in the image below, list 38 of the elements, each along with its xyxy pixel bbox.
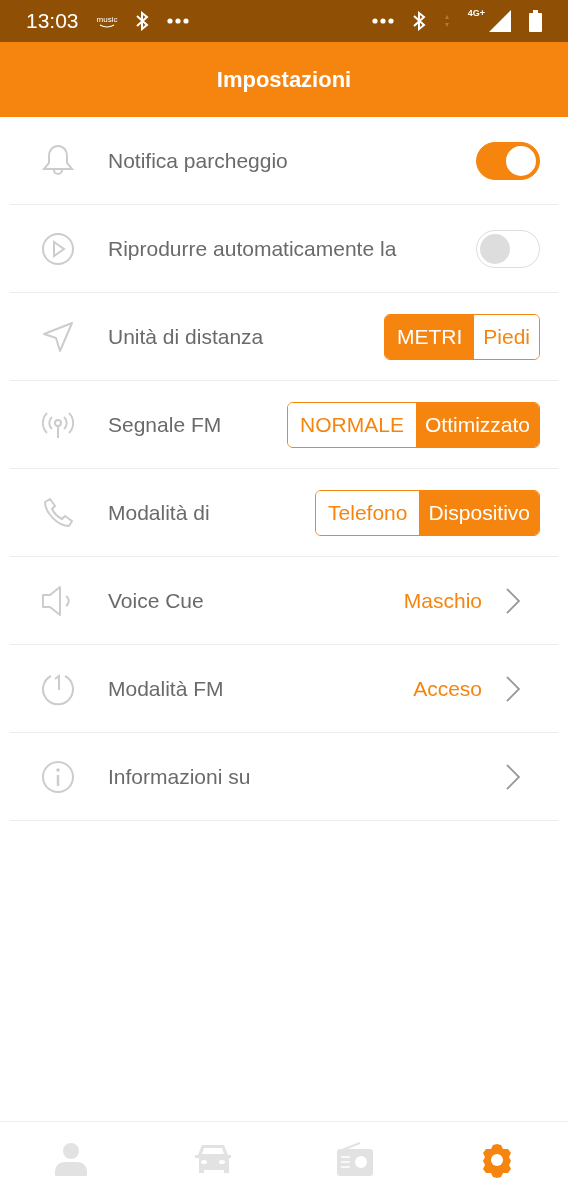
- music-logo-text: music: [96, 14, 118, 24]
- more-icon: [167, 18, 190, 24]
- more-icon: [371, 18, 394, 24]
- person-icon[interactable]: [54, 1142, 88, 1176]
- segment-option[interactable]: METRI: [384, 314, 475, 359]
- data-arrows-icon: [443, 14, 450, 28]
- setting-label: Informazioni su: [108, 764, 252, 789]
- setting-label: Voice Cue: [108, 588, 205, 613]
- car-icon[interactable]: [194, 1142, 232, 1174]
- setting-label: Modalità FM: [108, 676, 225, 701]
- segment-option[interactable]: Ottimizzato: [415, 402, 539, 447]
- signal-icon: [489, 10, 511, 32]
- bluetooth-icon: [411, 11, 426, 31]
- setting-value: Acceso: [413, 676, 482, 701]
- toggle-switch[interactable]: [476, 141, 540, 180]
- setting-value: Maschio: [403, 588, 482, 613]
- antenna-icon: [42, 409, 74, 440]
- setting-label: Unità di distanza: [108, 324, 265, 349]
- chevron-right-icon: [506, 675, 520, 702]
- setting-label: Riprodurre automaticamente la: [108, 236, 398, 261]
- setting-label: Notifica parcheggio: [108, 148, 289, 173]
- play-icon: [41, 231, 75, 266]
- radio-icon[interactable]: [336, 1142, 374, 1176]
- setting-label: Modalità di: [108, 500, 211, 525]
- phone-icon: [42, 496, 74, 529]
- bell-icon: [42, 143, 74, 178]
- chevron-right-icon: [506, 763, 520, 790]
- battery-icon: [529, 10, 542, 32]
- screen-title: Impostazioni: [216, 66, 352, 93]
- setting-label: Segnale FM: [108, 412, 223, 437]
- timer-one-icon: [41, 671, 75, 706]
- navigation-arrow-icon: [42, 320, 74, 353]
- info-icon: [41, 759, 75, 794]
- network-type: 4G+: [467, 8, 485, 18]
- bluetooth-icon: [135, 11, 150, 31]
- segment-option[interactable]: Dispositivo: [419, 490, 539, 535]
- clock-time: 13:03: [26, 9, 79, 33]
- chevron-right-icon: [506, 587, 520, 614]
